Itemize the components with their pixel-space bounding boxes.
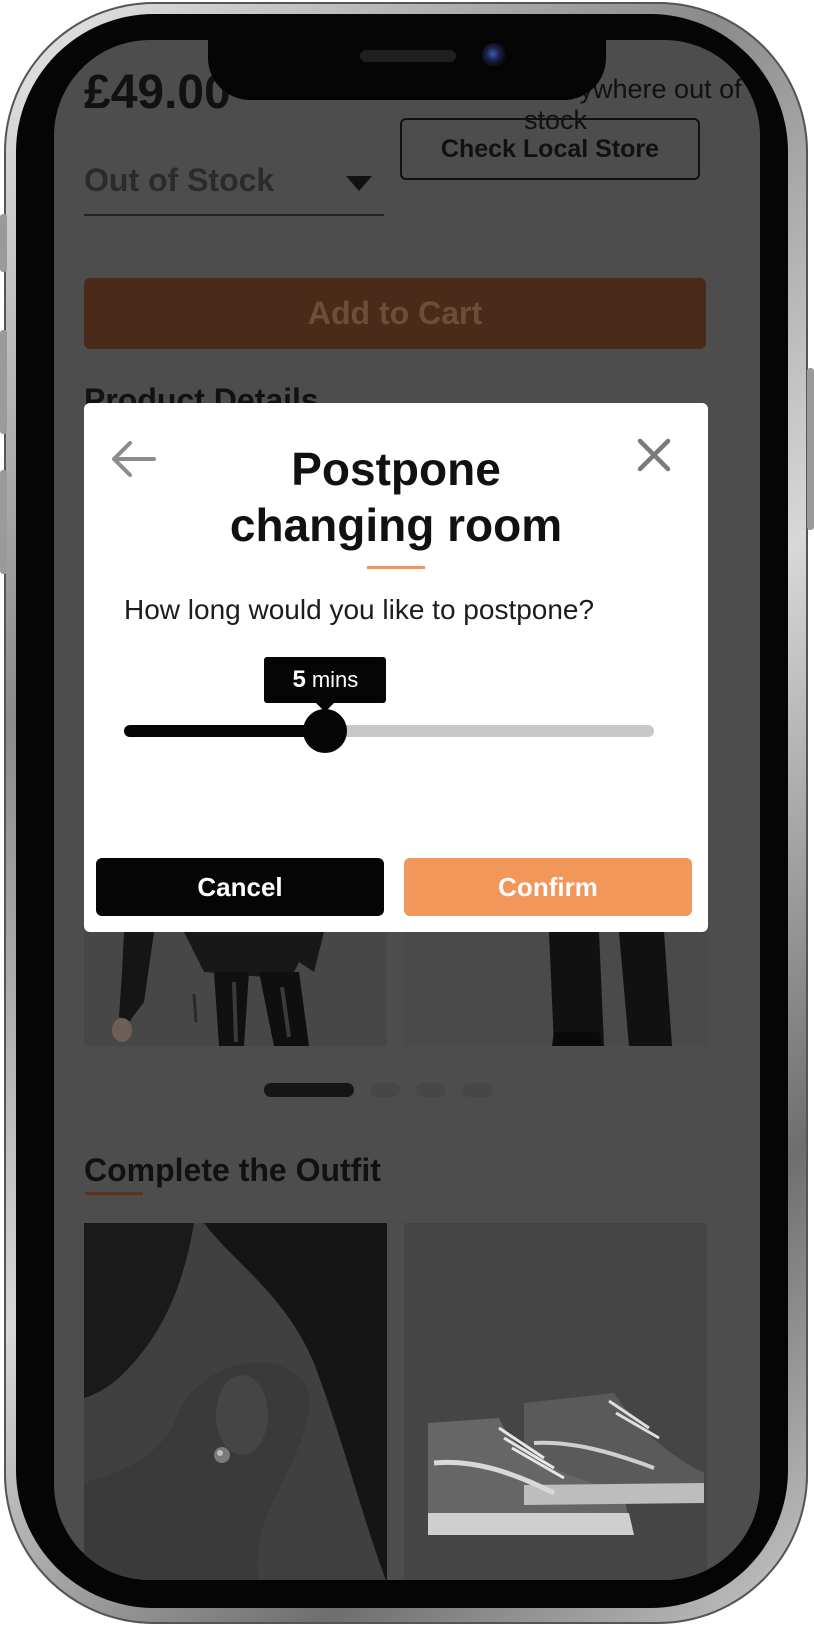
volume-up-button <box>0 330 7 434</box>
carousel-indicator <box>264 1083 492 1097</box>
slider-track-fill <box>124 725 326 737</box>
power-button <box>807 368 814 530</box>
speaker-grille <box>360 50 456 62</box>
complete-outfit-heading: Complete the Outfit <box>84 1152 381 1188</box>
add-to-cart-button[interactable]: Add to Cart <box>84 278 706 349</box>
cancel-button[interactable]: Cancel <box>96 858 384 916</box>
heading-underline <box>85 1192 143 1195</box>
product-price: £49.00 <box>84 66 231 119</box>
postpone-duration-slider[interactable]: 5 mins <box>124 653 654 763</box>
close-icon <box>637 438 671 472</box>
outfit-photo-sneakers[interactable] <box>404 1223 707 1580</box>
size-select[interactable]: Out of Stock <box>84 158 384 216</box>
slider-thumb[interactable] <box>303 709 348 753</box>
postpone-question: How long would you like to postpone? <box>124 594 595 625</box>
close-button[interactable] <box>634 435 674 475</box>
dropdown-triangle-icon <box>346 176 372 191</box>
check-local-store-button[interactable]: Check Local Store <box>400 118 700 180</box>
screen: £49.00 Everywhere out of stock Check Loc… <box>54 40 760 1580</box>
slider-value: 5 <box>292 666 306 693</box>
back-button[interactable] <box>108 437 158 481</box>
camera-icon <box>482 43 506 67</box>
slider-unit: mins <box>311 667 359 692</box>
carousel-dot[interactable] <box>416 1083 446 1097</box>
title-underline <box>367 566 425 569</box>
outfit-photo-earrings[interactable] <box>84 1223 387 1580</box>
postpone-modal: Postpone changing room How long would yo… <box>84 403 708 932</box>
volume-down-button <box>0 470 7 574</box>
carousel-dot[interactable] <box>462 1083 492 1097</box>
notch <box>208 30 606 100</box>
confirm-button[interactable]: Confirm <box>404 858 692 916</box>
size-select-value: Out of Stock <box>84 162 275 198</box>
product-photo-left[interactable] <box>84 932 387 1046</box>
product-photo-right[interactable] <box>404 932 707 1046</box>
arrow-left-icon <box>112 441 156 477</box>
slider-value-tooltip: 5 mins <box>264 657 387 712</box>
modal-title: Postpone changing room <box>229 443 563 551</box>
carousel-dot[interactable] <box>264 1083 354 1097</box>
carousel-dot[interactable] <box>370 1083 400 1097</box>
mute-switch <box>0 214 7 272</box>
